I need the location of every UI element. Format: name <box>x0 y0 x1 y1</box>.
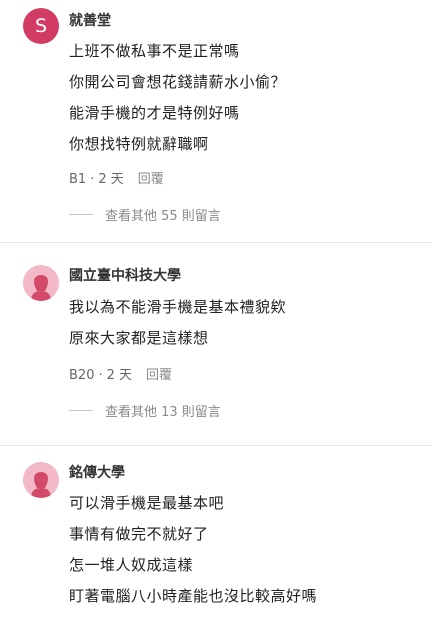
separator: · <box>90 172 95 187</box>
comment-author[interactable]: 銘傳大學 <box>69 462 125 482</box>
separator: · <box>98 368 103 383</box>
view-more-replies-link[interactable]: 查看其他 55 則留言 <box>69 205 221 224</box>
avatar[interactable]: S <box>23 8 59 44</box>
view-more-replies-link[interactable]: 查看其他 13 則留言 <box>69 401 221 420</box>
comment-body: 上班不做私事不是正常嗎 你開公司會想花錢請薪水小偷？ 能滑手機的才是特例好嗎 你… <box>69 36 286 160</box>
avatar[interactable] <box>23 462 59 498</box>
comment-line: 我以為不能滑手機是基本禮貌欸 <box>69 298 287 316</box>
comment-line: 你開公司會想花錢請薪水小偷？ <box>69 73 287 91</box>
timestamp: 2 天 <box>106 368 133 383</box>
avatar[interactable] <box>23 265 59 301</box>
comment-meta: B20 · 2 天回覆 <box>69 364 172 383</box>
reply-button[interactable]: 回覆 <box>146 368 172 383</box>
timestamp: 2 天 <box>98 172 124 187</box>
view-more-replies-label: 查看其他 55 則留言 <box>105 209 221 224</box>
comment-line: 怎一堆人奴成這樣 <box>69 556 194 574</box>
floor-label: B20 <box>69 368 95 383</box>
female-user-icon <box>23 265 59 301</box>
comment-line: 事情有做完不就好了 <box>69 525 209 543</box>
divider-dash <box>69 410 93 411</box>
comment-body: 我以為不能滑手機是基本禮貌欸 原來大家都是這樣想 <box>69 292 286 354</box>
comment-line: 盯著電腦八小時產能也沒比較高好嗎 <box>69 587 318 605</box>
female-user-icon <box>23 462 59 498</box>
comment-line: 可以滑手機是最基本吧 <box>69 494 225 512</box>
reply-button[interactable]: 回覆 <box>138 172 164 187</box>
comment-2: 國立臺中科技大學 我以為不能滑手機是基本禮貌欸 原來大家都是這樣想 B20 · 2 … <box>0 242 432 445</box>
view-more-replies-label: 查看其他 13 則留言 <box>105 405 221 420</box>
comment-body: 可以滑手機是最基本吧 事情有做完不就好了 怎一堆人奴成這樣 盯著電腦八小時產能也… <box>69 488 317 612</box>
comment-author[interactable]: 國立臺中科技大學 <box>69 265 181 285</box>
comment-line: 能滑手機的才是特例好嗎 <box>69 104 240 122</box>
divider-dash <box>69 214 93 215</box>
comment-3: 銘傳大學 可以滑手機是最基本吧 事情有做完不就好了 怎一堆人奴成這樣 盯著電腦八… <box>0 445 432 618</box>
floor-label: B1 <box>69 172 87 187</box>
comment-line: 你想找特例就辭職啊 <box>69 135 209 153</box>
comment-line: 原來大家都是這樣想 <box>69 329 209 347</box>
comment-line: 上班不做私事不是正常嗎 <box>69 42 240 60</box>
comment-1: S 就善堂 上班不做私事不是正常嗎 你開公司會想花錢請薪水小偷？ 能滑手機的才是… <box>0 0 432 242</box>
comment-meta: B1 · 2 天回覆 <box>69 168 164 187</box>
comment-author[interactable]: 就善堂 <box>69 10 111 30</box>
